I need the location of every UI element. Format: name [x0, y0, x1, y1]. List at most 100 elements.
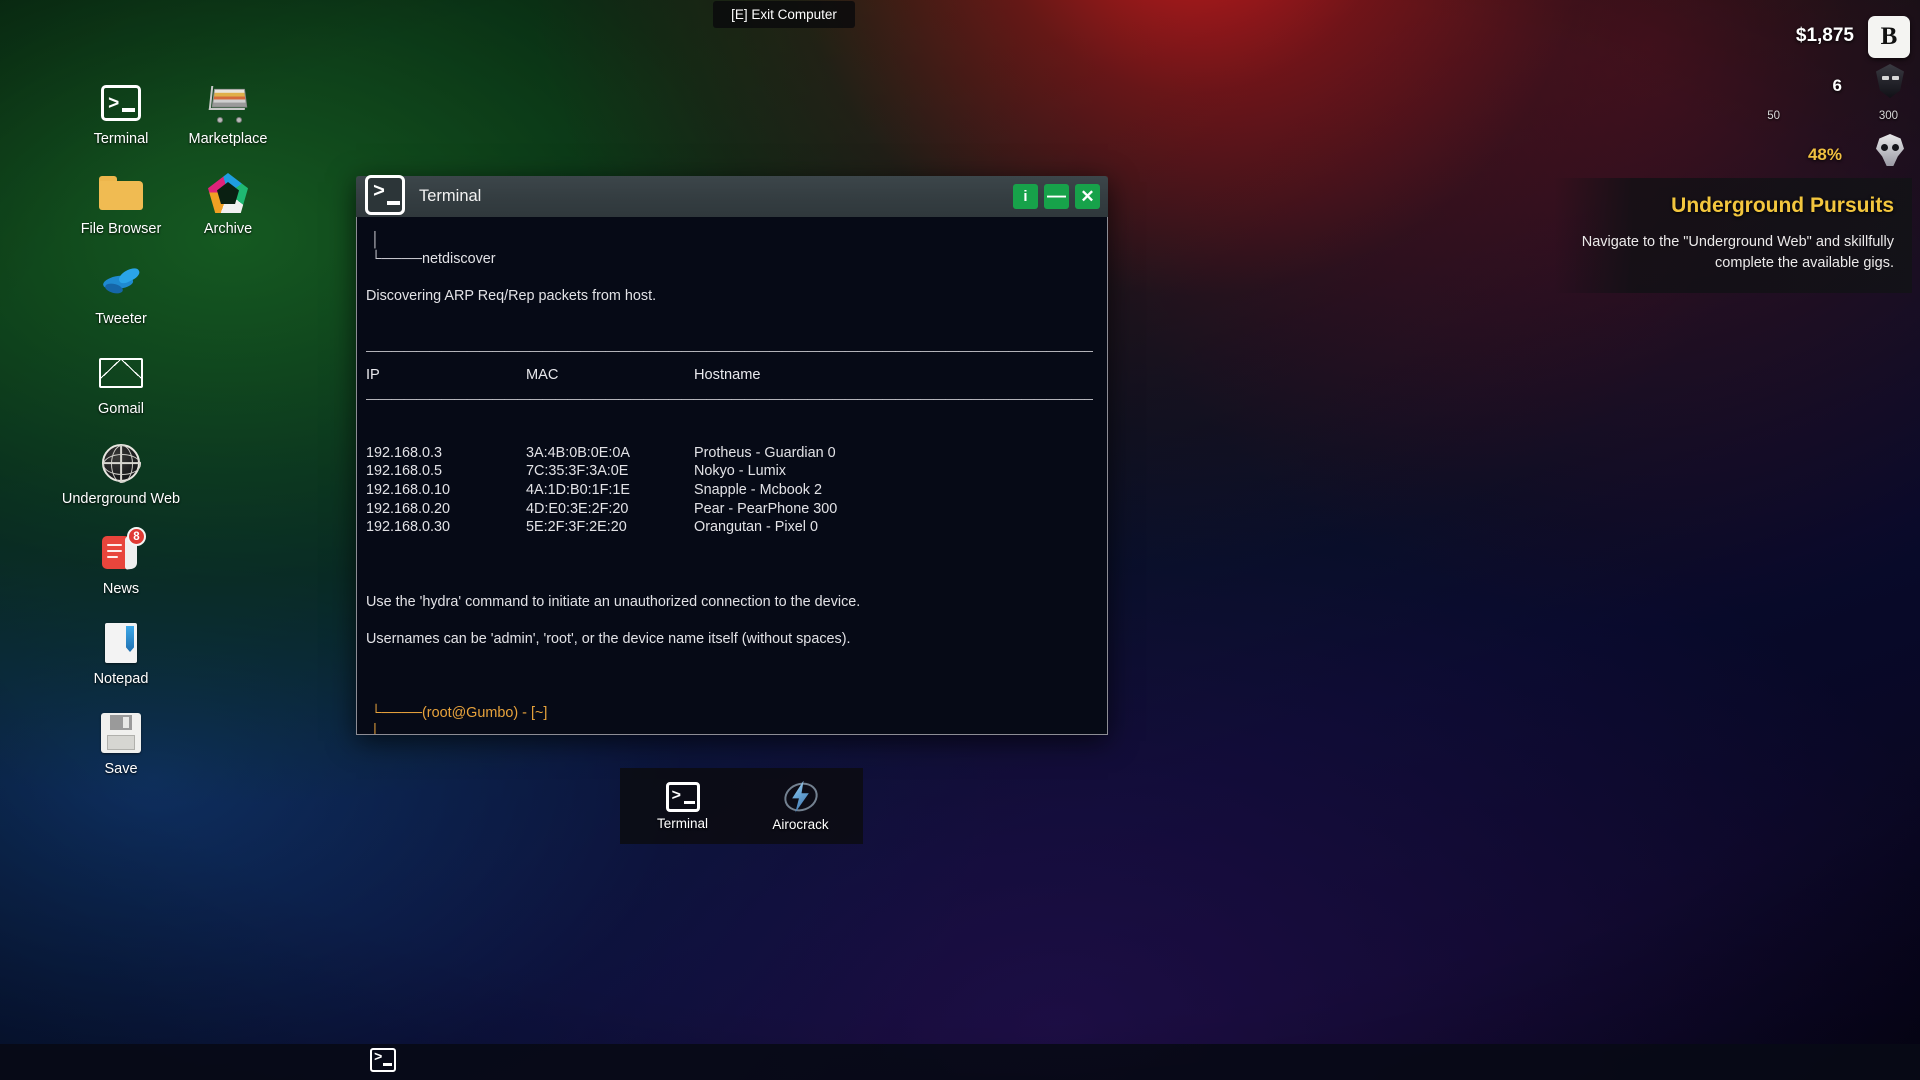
prompt-branch: └────: [371, 705, 422, 722]
desktop-icon-label: News: [102, 581, 140, 597]
floppy-disk-icon: [98, 710, 144, 756]
prompt-line: └────(root@Gumbo) - [~]: [363, 704, 1093, 723]
desktop-icon-gomail[interactable]: Gomail: [62, 350, 180, 417]
terminal-output[interactable]: │ └────netdiscover Discovering ARP Req/R…: [357, 231, 1107, 734]
desktop-icon-label: Save: [104, 761, 138, 777]
table-header-row: IP MAC Hostname: [363, 365, 1093, 385]
desktop-icon-marketplace[interactable]: Marketplace: [169, 80, 287, 147]
pentagon-archive-icon: [205, 170, 251, 216]
desktop-icon-notepad[interactable]: Notepad: [62, 620, 180, 687]
brand-logo: B: [1868, 16, 1910, 58]
device-mac: 4A:1D:B0:1F:1E: [526, 481, 630, 498]
minimize-button[interactable]: —: [1044, 184, 1069, 209]
terminal-icon: [365, 175, 405, 215]
terminal-icon: [665, 781, 700, 812]
desktop-icon-label: File Browser: [80, 221, 162, 237]
reputation-value: 6: [1832, 76, 1842, 95]
desktop-icon-label: Terminal: [93, 131, 149, 147]
table-rule-top: ————————————————————————————————————————…: [366, 342, 1093, 358]
window-controls: i — ✕: [1013, 184, 1100, 209]
prompt-text: (root@Gumbo) - [~]: [421, 705, 548, 722]
envelope-icon: [98, 350, 144, 396]
table-row: 192.168.0.3 3A:4B:0B:0E:0A Protheus - Gu…: [363, 444, 1093, 463]
desktop-icon-terminal[interactable]: Terminal: [62, 80, 180, 147]
desktop-icon-tweeter[interactable]: Tweeter: [62, 260, 180, 327]
terminal-body[interactable]: │ └────netdiscover Discovering ARP Req/R…: [356, 217, 1108, 735]
taskbar-item-terminal[interactable]: Terminal: [639, 781, 727, 831]
hint-usernames: Usernames can be 'admin', 'root', or the…: [366, 630, 851, 647]
device-hostname: Pear - PearPhone 300: [694, 500, 838, 517]
bottom-bar: [0, 1044, 1920, 1080]
device-ip: 192.168.0.3: [366, 444, 443, 461]
newspaper-icon: 8: [98, 527, 146, 576]
terminal-titlebar[interactable]: Terminal i — ✕: [356, 175, 1108, 217]
scale-min-label: 50: [1767, 110, 1780, 122]
terminal-icon[interactable]: [370, 1047, 396, 1072]
globe-icon: [98, 440, 144, 486]
device-mac: 7C:35:3F:3A:0E: [526, 463, 629, 480]
table-rule-bottom: ————————————————————————————————————————…: [366, 390, 1093, 406]
taskbar-item-label: Airocrack: [772, 816, 829, 832]
terminal-window-title: Terminal: [419, 187, 482, 205]
hint-hydra: Use the 'hydra' command to initiate an u…: [366, 593, 861, 610]
terminal-window[interactable]: Terminal i — ✕ │ └────netdiscover Discov…: [356, 175, 1108, 735]
desktop-icon-label: Gomail: [98, 401, 144, 417]
status-line: Discovering ARP Req/Rep packets from hos…: [366, 287, 657, 304]
scale-max-label: 300: [1878, 110, 1898, 122]
taskbar-item-airocrack[interactable]: Airocrack: [757, 777, 845, 832]
command-line: └────netdiscover: [363, 250, 1093, 269]
desktop-icon-underground-web[interactable]: Underground Web: [62, 440, 180, 507]
device-ip: 192.168.0.30: [366, 519, 451, 536]
desktop-icon-label: Tweeter: [95, 311, 147, 327]
tree-stem: │: [371, 232, 380, 248]
desktop-icon-label: Underground Web: [61, 491, 181, 507]
close-button[interactable]: ✕: [1075, 184, 1100, 209]
tree-branch: └────: [371, 250, 422, 267]
column-header-mac: MAC: [526, 366, 559, 383]
desktop-icon-label: Marketplace: [188, 131, 268, 147]
command-text: netdiscover: [421, 250, 496, 267]
mission-title: Underground Pursuits: [1671, 194, 1894, 217]
mission-description: Navigate to the "Underground Web" and sk…: [1581, 234, 1894, 271]
heat-percent-value: 48%: [1807, 145, 1842, 164]
skull-icon: [1870, 132, 1910, 174]
money-value: $1,875: [1795, 25, 1854, 46]
table-row: 192.168.0.30 5E:2F:3F:2E:20 Orangutan - …: [363, 518, 1093, 537]
device-ip: 192.168.0.20: [366, 500, 451, 517]
column-header-ip: IP: [366, 366, 380, 383]
desktop-icon-save[interactable]: Save: [62, 710, 180, 777]
table-row: 192.168.0.10 4A:1D:B0:1F:1E Snapple - Mc…: [363, 481, 1093, 500]
desktop-icon-file-browser[interactable]: File Browser: [62, 170, 180, 237]
terminal-icon: [98, 80, 144, 126]
device-ip: 192.168.0.10: [366, 481, 451, 498]
bird-icon: [98, 260, 144, 306]
device-mac: 4D:E0:3E:2F:20: [526, 500, 629, 517]
device-mac: 3A:4B:0B:0E:0A: [526, 444, 631, 461]
desktop-icon-label: Archive: [203, 221, 253, 237]
desktop-icon-archive[interactable]: Archive: [169, 170, 287, 237]
info-button[interactable]: i: [1013, 184, 1038, 209]
table-row: 192.168.0.5 7C:35:3F:3A:0E Nokyo - Lumix: [363, 462, 1093, 481]
taskbar: Terminal Airocrack: [620, 768, 863, 844]
taskbar-item-label: Terminal: [656, 815, 708, 831]
news-unread-badge: 8: [127, 527, 146, 546]
folder-icon: [98, 170, 144, 216]
device-mac: 5E:2F:3F:2E:20: [526, 519, 627, 536]
hooded-mask-icon: [1870, 62, 1910, 104]
table-row: 192.168.0.20 4D:E0:3E:2F:20 Pear - PearP…: [363, 500, 1093, 519]
shopping-cart-icon: [205, 80, 251, 126]
desktop-icon-news[interactable]: 8 News: [62, 527, 180, 597]
exit-computer-button[interactable]: [E] Exit Computer: [713, 1, 855, 28]
